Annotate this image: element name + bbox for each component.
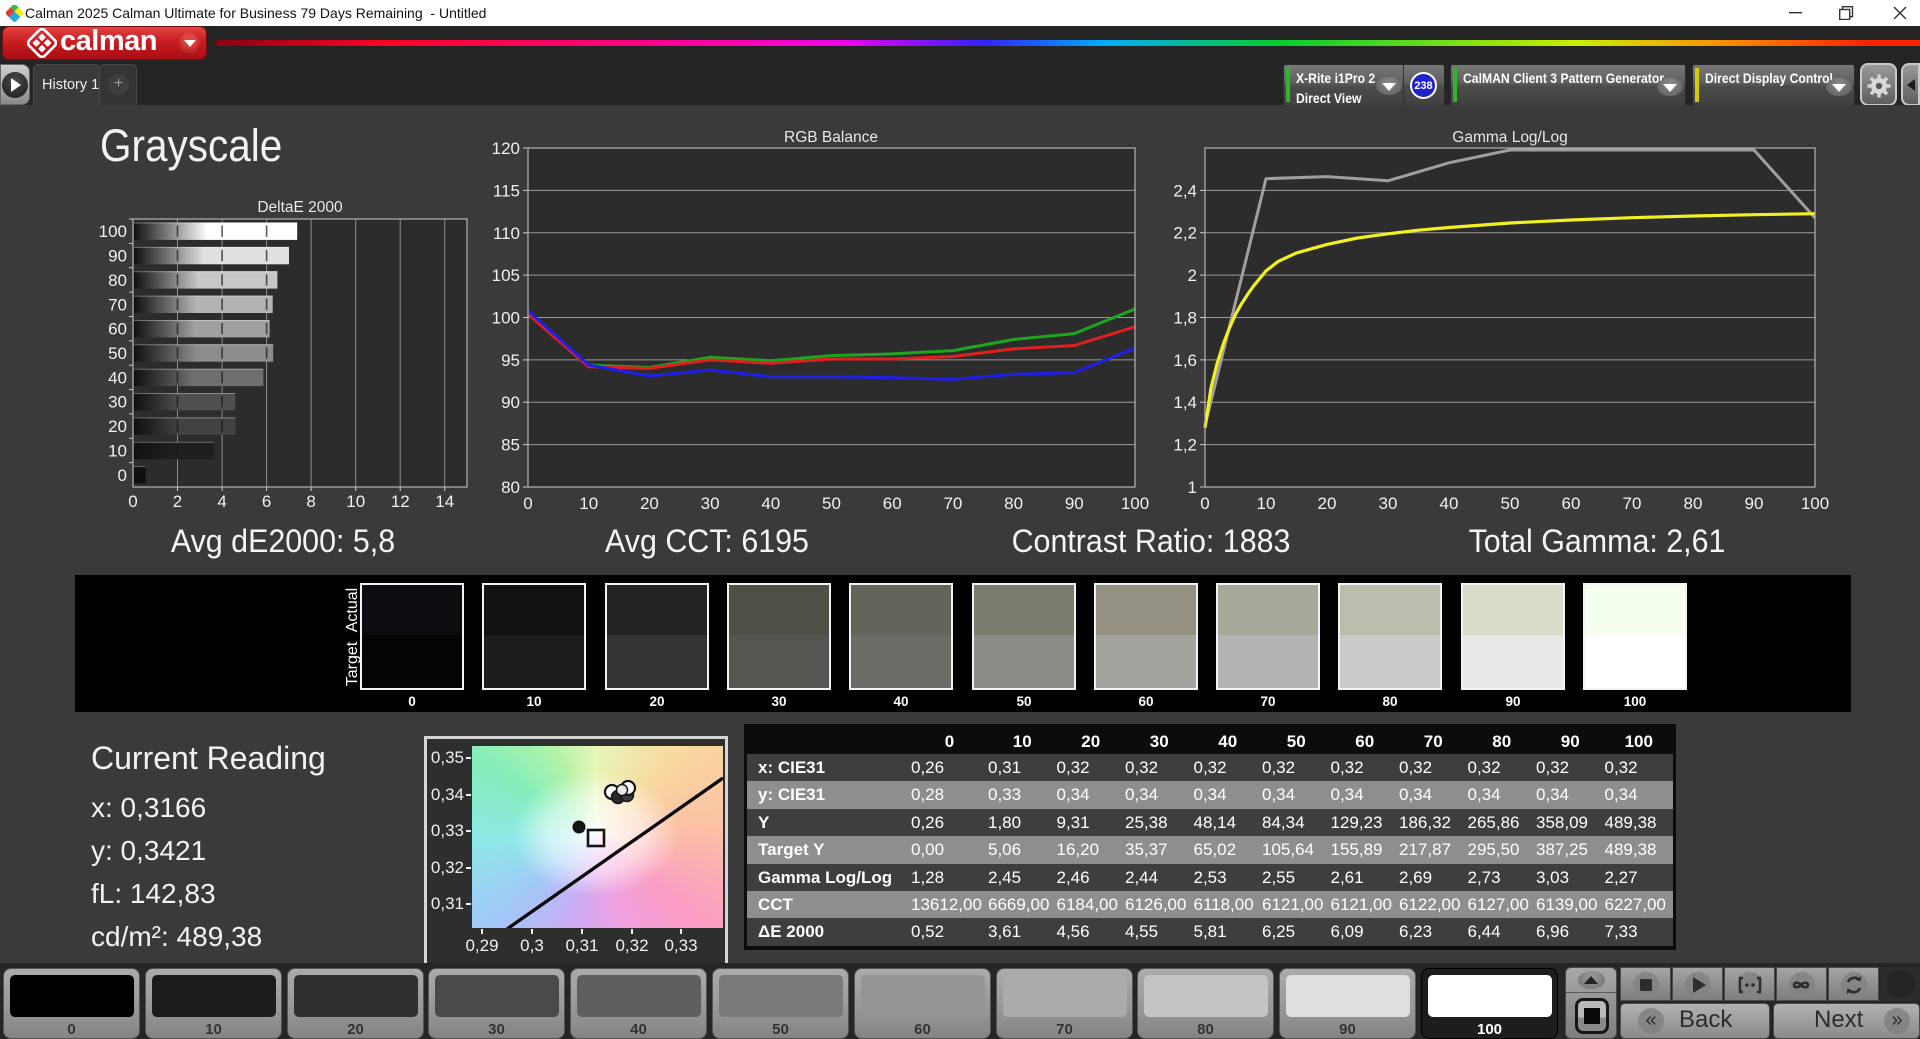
- svg-text:40: 40: [1440, 494, 1459, 513]
- svg-text:1: 1: [1188, 478, 1197, 497]
- svg-text:70: 70: [1623, 494, 1642, 513]
- svg-text:80: 80: [1004, 494, 1023, 513]
- svg-text:50: 50: [1501, 494, 1520, 513]
- svg-text:10: 10: [108, 442, 127, 461]
- svg-text:60: 60: [1562, 494, 1581, 513]
- svg-text:100: 100: [1121, 494, 1149, 513]
- svg-text:2,4: 2,4: [1173, 181, 1197, 200]
- svg-text:10: 10: [1257, 494, 1276, 513]
- svg-text:85: 85: [501, 436, 520, 455]
- svg-text:8: 8: [306, 492, 315, 511]
- svg-text:90: 90: [1065, 494, 1084, 513]
- svg-text:20: 20: [108, 417, 127, 436]
- svg-text:30: 30: [1379, 494, 1398, 513]
- svg-text:1,2: 1,2: [1173, 436, 1197, 455]
- svg-text:60: 60: [883, 494, 902, 513]
- svg-text:30: 30: [108, 393, 127, 412]
- svg-text:20: 20: [1318, 494, 1337, 513]
- svg-text:100: 100: [492, 309, 520, 328]
- svg-text:90: 90: [1745, 494, 1764, 513]
- svg-text:4: 4: [217, 492, 226, 511]
- svg-text:110: 110: [493, 224, 520, 243]
- svg-text:120: 120: [492, 139, 520, 158]
- svg-text:40: 40: [761, 494, 780, 513]
- svg-text:60: 60: [108, 320, 127, 339]
- svg-text:1,8: 1,8: [1173, 309, 1197, 328]
- svg-text:105: 105: [492, 266, 520, 285]
- svg-text:1,4: 1,4: [1173, 393, 1197, 412]
- svg-text:90: 90: [501, 393, 520, 412]
- svg-text:80: 80: [501, 478, 520, 497]
- svg-text:10: 10: [579, 494, 598, 513]
- svg-text:50: 50: [822, 494, 841, 513]
- svg-text:30: 30: [701, 494, 720, 513]
- svg-text:100: 100: [99, 222, 127, 241]
- svg-text:0: 0: [118, 466, 127, 485]
- svg-text:0: 0: [1200, 494, 1209, 513]
- svg-text:40: 40: [108, 368, 127, 387]
- svg-text:70: 70: [108, 295, 127, 314]
- svg-text:Gamma Log/Log: Gamma Log/Log: [1452, 129, 1567, 146]
- svg-text:20: 20: [640, 494, 659, 513]
- svg-text:12: 12: [391, 492, 410, 511]
- svg-text:2,2: 2,2: [1173, 224, 1197, 243]
- svg-text:70: 70: [943, 494, 962, 513]
- svg-text:0: 0: [523, 494, 532, 513]
- svg-text:10: 10: [346, 492, 365, 511]
- svg-text:90: 90: [108, 247, 127, 266]
- svg-text:1,6: 1,6: [1173, 351, 1197, 370]
- svg-text:0: 0: [128, 492, 137, 511]
- svg-text:2: 2: [173, 492, 182, 511]
- svg-text:DeltaE 2000: DeltaE 2000: [257, 199, 343, 216]
- svg-text:RGB Balance: RGB Balance: [784, 129, 878, 146]
- svg-text:14: 14: [435, 492, 454, 511]
- svg-text:95: 95: [501, 351, 520, 370]
- svg-text:115: 115: [493, 181, 520, 200]
- svg-text:100: 100: [1801, 494, 1829, 513]
- svg-text:2: 2: [1188, 266, 1197, 285]
- svg-text:50: 50: [108, 344, 127, 363]
- svg-text:80: 80: [108, 271, 127, 290]
- svg-text:80: 80: [1684, 494, 1703, 513]
- svg-text:6: 6: [262, 492, 271, 511]
